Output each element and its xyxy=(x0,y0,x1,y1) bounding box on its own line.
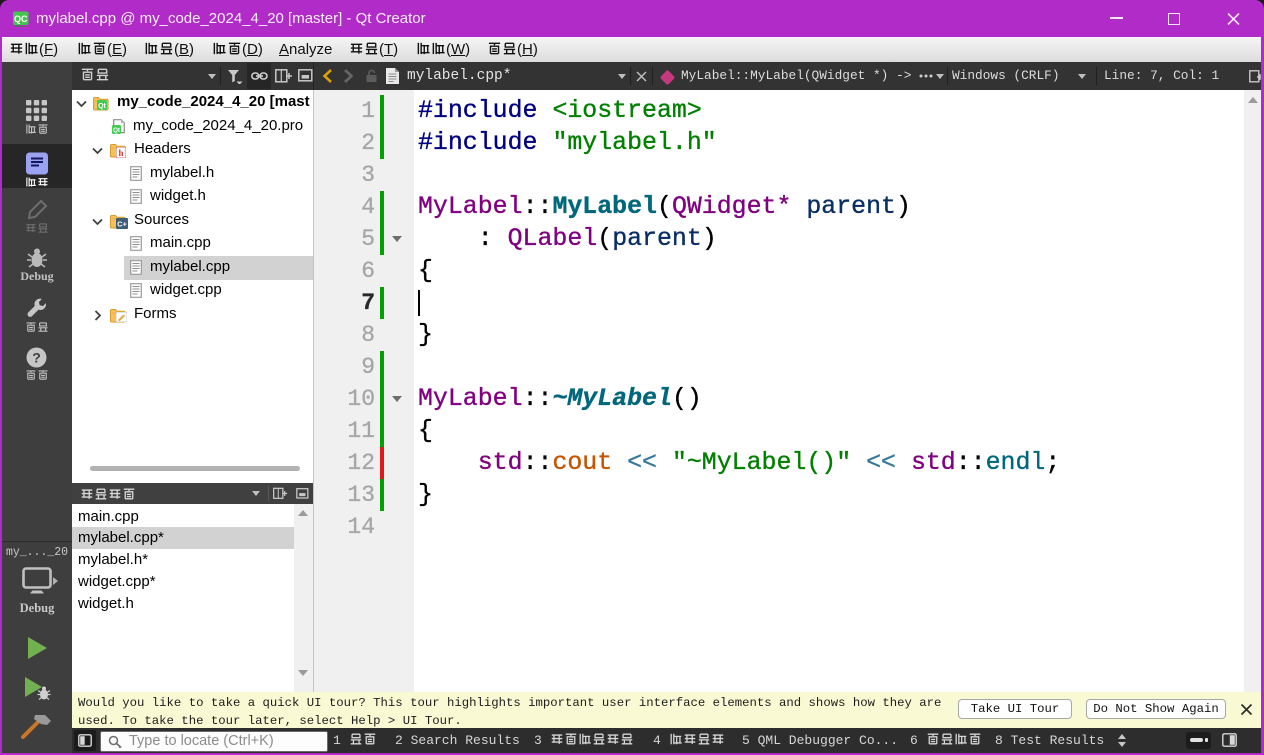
svg-text:C+: C+ xyxy=(117,220,127,229)
svg-text:?: ? xyxy=(32,350,41,366)
svg-text:h: h xyxy=(118,148,123,158)
svg-text:QC: QC xyxy=(14,14,28,24)
